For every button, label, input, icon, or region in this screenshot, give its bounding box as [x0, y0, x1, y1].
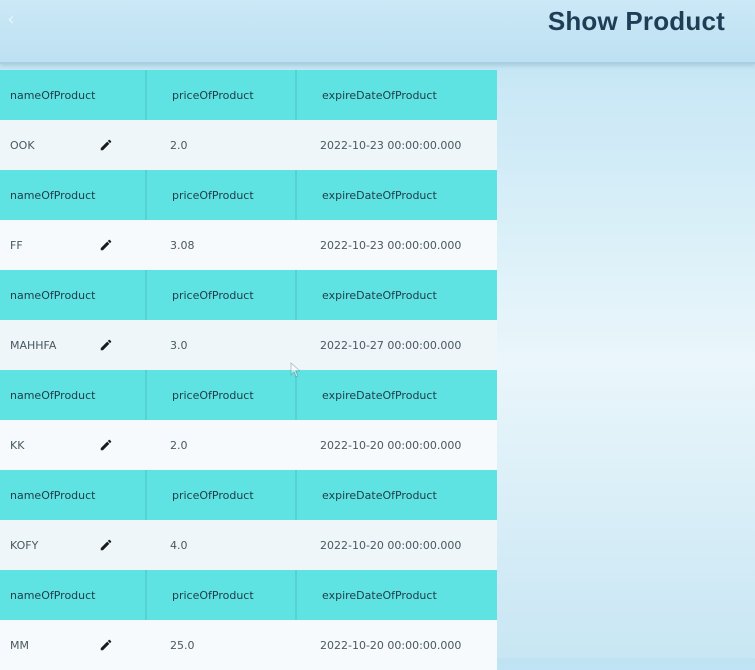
back-arrow-icon[interactable]: ‹ — [4, 10, 18, 30]
header-price: priceOfProduct — [145, 370, 295, 420]
product-expire-date: 2022-10-20 00:00:00.000 — [320, 638, 462, 652]
product-row[interactable]: FF 3.08 2022-10-23 00:00:00.000 — [0, 220, 497, 270]
product-name-cell: FF — [0, 220, 145, 270]
product-expire-date: 2022-10-23 00:00:00.000 — [320, 138, 462, 152]
header-name: nameOfProduct — [10, 188, 96, 202]
product-name: KOFY — [10, 538, 39, 552]
product-name-cell: KK — [0, 420, 145, 470]
product-name: OOK — [10, 138, 35, 152]
product-price: 4.0 — [170, 538, 188, 552]
product-header-row: nameOfProduct priceOfProduct expireDateO… — [0, 370, 497, 420]
product-row[interactable]: KOFY 4.0 2022-10-20 00:00:00.000 — [0, 520, 497, 570]
product-row[interactable]: MAHHFA 3.0 2022-10-27 00:00:00.000 — [0, 320, 497, 370]
header-price: priceOfProduct — [145, 470, 295, 520]
header-name: nameOfProduct — [10, 488, 96, 502]
header-price: priceOfProduct — [145, 270, 295, 320]
header-price: priceOfProduct — [145, 70, 295, 120]
product-price: 25.0 — [170, 638, 195, 652]
product-list: nameOfProduct priceOfProduct expireDateO… — [0, 70, 497, 670]
product-expire-date: 2022-10-20 00:00:00.000 — [320, 438, 462, 452]
header-expire: expireDateOfProduct — [295, 170, 497, 220]
product-name-cell: MAHHFA — [0, 320, 145, 370]
product-header-row: nameOfProduct priceOfProduct expireDateO… — [0, 570, 497, 620]
product-header-row: nameOfProduct priceOfProduct expireDateO… — [0, 170, 497, 220]
product-row[interactable]: KK 2.0 2022-10-20 00:00:00.000 — [0, 420, 497, 470]
product-price: 3.08 — [170, 238, 195, 252]
product-expire-date: 2022-10-27 00:00:00.000 — [320, 338, 462, 352]
header-price: priceOfProduct — [145, 170, 295, 220]
header-expire: expireDateOfProduct — [295, 570, 497, 620]
header-name: nameOfProduct — [10, 288, 96, 302]
product-header-row: nameOfProduct priceOfProduct expireDateO… — [0, 470, 497, 520]
mouse-cursor-icon — [290, 362, 300, 378]
product-header-row: nameOfProduct priceOfProduct expireDateO… — [0, 70, 497, 120]
product-name: MAHHFA — [10, 338, 57, 352]
edit-pencil-icon[interactable] — [99, 338, 113, 352]
product-price: 2.0 — [170, 138, 188, 152]
edit-pencil-icon[interactable] — [99, 538, 113, 552]
product-expire-date: 2022-10-23 00:00:00.000 — [320, 238, 462, 252]
app-bar: ‹ Show Product — [0, 0, 755, 64]
product-expire-date: 2022-10-20 00:00:00.000 — [320, 538, 462, 552]
product-row[interactable]: OOK 2.0 2022-10-23 00:00:00.000 — [0, 120, 497, 170]
header-name: nameOfProduct — [10, 588, 96, 602]
product-price: 2.0 — [170, 438, 188, 452]
header-expire: expireDateOfProduct — [295, 270, 497, 320]
product-name: MM — [10, 638, 29, 652]
edit-pencil-icon[interactable] — [99, 138, 113, 152]
product-name-cell: OOK — [0, 120, 145, 170]
product-name: KK — [10, 438, 25, 452]
product-price: 3.0 — [170, 338, 188, 352]
header-name: nameOfProduct — [10, 88, 96, 102]
page-title: Show Product — [547, 6, 725, 36]
edit-pencil-icon[interactable] — [99, 238, 113, 252]
product-name-cell: KOFY — [0, 520, 145, 570]
product-header-row: nameOfProduct priceOfProduct expireDateO… — [0, 270, 497, 320]
header-name: nameOfProduct — [10, 388, 96, 402]
header-expire: expireDateOfProduct — [295, 470, 497, 520]
product-row[interactable]: MM 25.0 2022-10-20 00:00:00.000 — [0, 620, 497, 670]
edit-pencil-icon[interactable] — [99, 638, 113, 652]
header-expire: expireDateOfProduct — [295, 70, 497, 120]
product-name: FF — [10, 238, 23, 252]
header-expire: expireDateOfProduct — [295, 370, 497, 420]
edit-pencil-icon[interactable] — [99, 438, 113, 452]
product-name-cell: MM — [0, 620, 145, 670]
header-price: priceOfProduct — [145, 570, 295, 620]
